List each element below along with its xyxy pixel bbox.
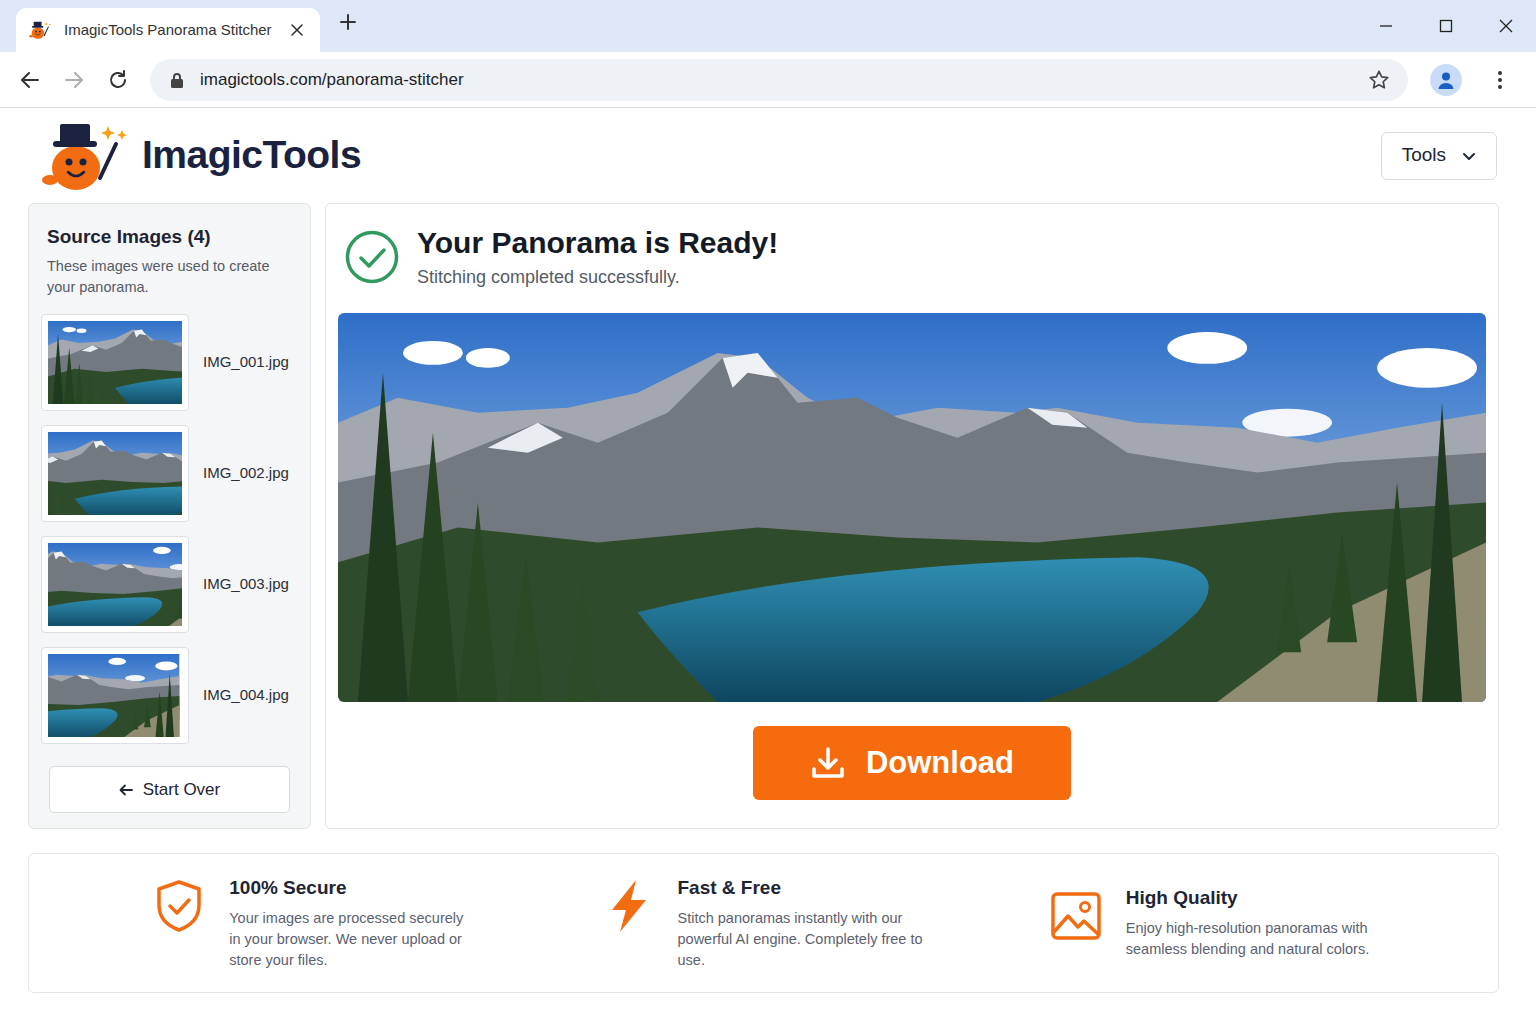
panorama-picture-icon xyxy=(338,313,1486,702)
address-bar-row: imagictools.com/panorama-stitcher xyxy=(0,52,1536,108)
minimize-icon xyxy=(1379,19,1393,33)
thumbnail[interactable] xyxy=(41,314,189,411)
result-panel: Your Panorama is Ready! Stitching comple… xyxy=(325,203,1499,829)
minimize-button[interactable] xyxy=(1356,0,1416,52)
image-filename: IMG_004.jpg xyxy=(203,684,289,707)
thumbnail-picture-icon xyxy=(48,432,182,515)
start-over-button[interactable]: Start Over xyxy=(49,766,290,813)
forward-arrow-icon xyxy=(63,69,85,91)
tab-title[interactable]: ImagicTools Panorama Stitcher xyxy=(64,19,282,42)
window-controls xyxy=(1356,0,1536,52)
download-icon xyxy=(810,745,846,781)
panel-title: Source Images (4) xyxy=(41,224,298,250)
back-arrow-icon xyxy=(19,69,41,91)
thumbnail-picture-icon xyxy=(48,654,182,737)
result-subtitle: Stitching completed successfully. xyxy=(417,266,778,288)
thumbnail-picture-icon xyxy=(48,543,182,626)
source-image-item[interactable]: IMG_004.jpg xyxy=(41,647,298,744)
image-filename: IMG_002.jpg xyxy=(203,462,289,485)
source-image-item[interactable]: IMG_002.jpg xyxy=(41,425,298,522)
close-window-button[interactable] xyxy=(1476,0,1536,52)
result-texts: Your Panorama is Ready! Stitching comple… xyxy=(417,226,778,288)
tools-menu-button[interactable]: Tools xyxy=(1381,132,1497,180)
feature-item: Fast & Free Stitch panoramas instantly wi… xyxy=(602,876,926,971)
feature-title: 100% Secure xyxy=(229,876,477,900)
feature-item: 100% Secure Your images are processed sec… xyxy=(153,876,477,971)
bookmark-star-icon[interactable] xyxy=(1368,69,1390,91)
plus-icon xyxy=(338,12,358,32)
browser-menu-button[interactable] xyxy=(1488,62,1512,98)
thumbnail[interactable] xyxy=(41,536,189,633)
mascot-favicon-icon xyxy=(28,18,52,42)
maximize-icon xyxy=(1439,19,1453,33)
reload-button[interactable] xyxy=(100,62,136,98)
browser-tab-strip: ImagicTools Panorama Stitcher xyxy=(0,0,1536,52)
feature-text: Your images are processed securely in yo… xyxy=(229,908,477,971)
page: ImagicTools Tools Source Images (4) Thes… xyxy=(28,108,1499,993)
feature-title: Fast & Free xyxy=(678,876,926,900)
address-text[interactable]: imagictools.com/panorama-stitcher xyxy=(200,67,1368,93)
profile-button[interactable] xyxy=(1430,64,1462,96)
wizard-mascot-icon xyxy=(38,118,130,194)
download-button[interactable]: Download xyxy=(753,726,1071,800)
image-filename: IMG_001.jpg xyxy=(203,351,289,374)
close-tab-icon[interactable] xyxy=(290,23,304,37)
kebab-icon xyxy=(1497,70,1503,90)
new-tab-button[interactable] xyxy=(328,2,368,42)
source-image-item[interactable]: IMG_001.jpg xyxy=(41,314,298,411)
download-row: Download xyxy=(338,702,1486,800)
browser-tab[interactable]: ImagicTools Panorama Stitcher xyxy=(16,8,320,52)
image-icon xyxy=(1050,888,1102,944)
address-field[interactable]: imagictools.com/panorama-stitcher xyxy=(150,59,1408,101)
chevron-down-icon xyxy=(1462,149,1476,163)
maximize-button[interactable] xyxy=(1416,0,1476,52)
result-header: Your Panorama is Ready! Stitching comple… xyxy=(338,230,1486,286)
source-images-panel: Source Images (4) These images were used… xyxy=(28,203,311,829)
workspace: Source Images (4) These images were used… xyxy=(28,203,1499,829)
brand-name[interactable]: ImagicTools xyxy=(142,126,361,185)
tab-list: ImagicTools Panorama Stitcher xyxy=(0,0,320,52)
panorama-image xyxy=(338,313,1486,702)
thumbnail[interactable] xyxy=(41,425,189,522)
feature-item: High Quality Enjoy high-resolution panora… xyxy=(1050,886,1374,960)
thumbnail[interactable] xyxy=(41,647,189,744)
arrow-left-icon xyxy=(119,783,133,797)
brand[interactable]: ImagicTools xyxy=(38,118,361,194)
reload-icon xyxy=(107,69,129,91)
download-label[interactable]: Download xyxy=(866,740,1014,787)
success-check-icon xyxy=(345,230,399,284)
shield-check-icon xyxy=(153,878,205,934)
site-header: ImagicTools Tools xyxy=(28,108,1499,203)
image-filename: IMG_003.jpg xyxy=(203,573,289,596)
close-icon xyxy=(1499,19,1513,33)
feature-text: Stitch panoramas instantly with our powe… xyxy=(678,908,926,971)
person-icon xyxy=(1436,70,1456,90)
lock-icon xyxy=(170,72,184,88)
start-over-label[interactable]: Start Over xyxy=(143,777,220,803)
panel-description: These images were used to create your pa… xyxy=(41,256,298,298)
feature-body: 100% Secure Your images are processed sec… xyxy=(229,876,477,971)
source-image-item[interactable]: IMG_003.jpg xyxy=(41,536,298,633)
feature-strip: 100% Secure Your images are processed sec… xyxy=(28,853,1499,993)
source-image-list: IMG_001.jpg IMG_002.jpg IMG_003.jpg IMG_004… xyxy=(41,314,298,744)
back-button[interactable] xyxy=(12,62,48,98)
thumbnail-picture-icon xyxy=(48,321,182,404)
forward-button[interactable] xyxy=(56,62,92,98)
feature-title: High Quality xyxy=(1126,886,1374,910)
result-title: Your Panorama is Ready! xyxy=(417,226,778,260)
lightning-bolt-icon xyxy=(602,878,654,934)
tools-label[interactable]: Tools xyxy=(1402,141,1446,170)
feature-text: Enjoy high-resolution panoramas with sea… xyxy=(1126,918,1374,960)
feature-body: Fast & Free Stitch panoramas instantly wi… xyxy=(678,876,926,971)
feature-body: High Quality Enjoy high-resolution panora… xyxy=(1126,886,1374,960)
